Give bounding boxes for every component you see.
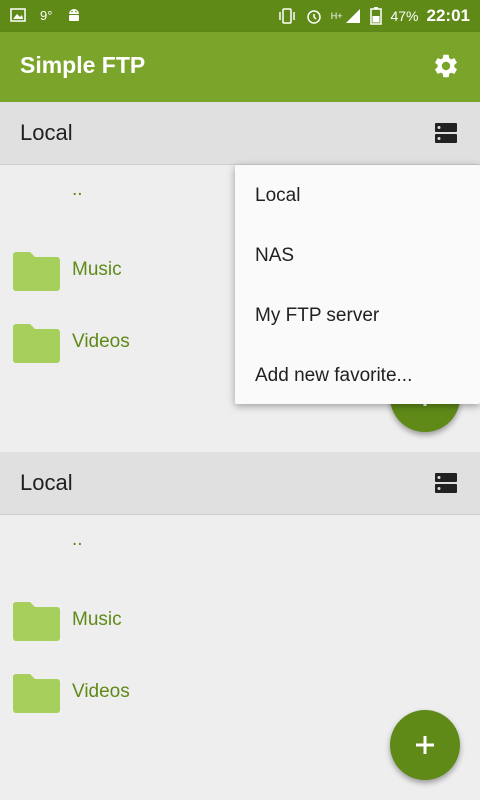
app-bar: Simple FTP <box>0 32 480 102</box>
parent-directory-row[interactable]: .. <box>0 515 480 585</box>
list-item[interactable]: Music <box>0 587 480 657</box>
vibrate-icon <box>278 8 295 24</box>
menu-item-add-new-favorite[interactable]: Add new favorite... <box>255 365 412 387</box>
list-item-label: Music <box>72 609 122 630</box>
menu-item-nas[interactable]: NAS <box>255 245 294 267</box>
favorites-dropdown-menu: Local NAS My FTP server Add new favorite… <box>235 165 480 404</box>
list-item-label: Music <box>72 259 122 280</box>
temperature-text: 9° <box>40 7 53 23</box>
signal-icon <box>346 9 361 23</box>
panel-location-label: Local <box>20 120 73 145</box>
android-icon <box>69 9 80 21</box>
panel-location-label: Local <box>20 470 73 495</box>
plus-icon <box>416 736 434 754</box>
add-button-bottom[interactable] <box>390 710 460 780</box>
folder-icon <box>13 674 60 713</box>
parent-directory-label: .. <box>72 179 83 200</box>
status-bar: 9° H+ 47% 22:01 <box>0 0 480 32</box>
parent-directory-label: .. <box>72 529 83 550</box>
server-icon[interactable] <box>434 121 458 145</box>
network-type-text: H+ <box>330 11 343 21</box>
clock-text: 22:01 <box>426 6 470 25</box>
panel-header-top[interactable]: Local <box>0 102 480 165</box>
list-item-label: Videos <box>72 681 130 702</box>
menu-item-local[interactable]: Local <box>255 185 300 207</box>
app-title: Simple FTP <box>20 52 146 78</box>
battery-percent-text: 47% <box>390 8 419 24</box>
menu-item-my-ftp-server[interactable]: My FTP server <box>255 305 379 327</box>
battery-icon <box>370 7 383 25</box>
folder-icon <box>13 602 60 641</box>
list-item-label: Videos <box>72 331 130 352</box>
alarm-icon <box>306 10 321 24</box>
folder-icon <box>13 324 60 363</box>
status-bar-left: 9° <box>10 6 82 24</box>
status-bar-right: H+ 47% 22:01 <box>277 6 470 26</box>
server-icon[interactable] <box>434 471 458 495</box>
image-notification-icon <box>10 8 26 22</box>
panel-header-bottom[interactable]: Local <box>0 452 480 515</box>
folder-icon <box>13 252 60 291</box>
gear-icon[interactable] <box>432 52 460 80</box>
